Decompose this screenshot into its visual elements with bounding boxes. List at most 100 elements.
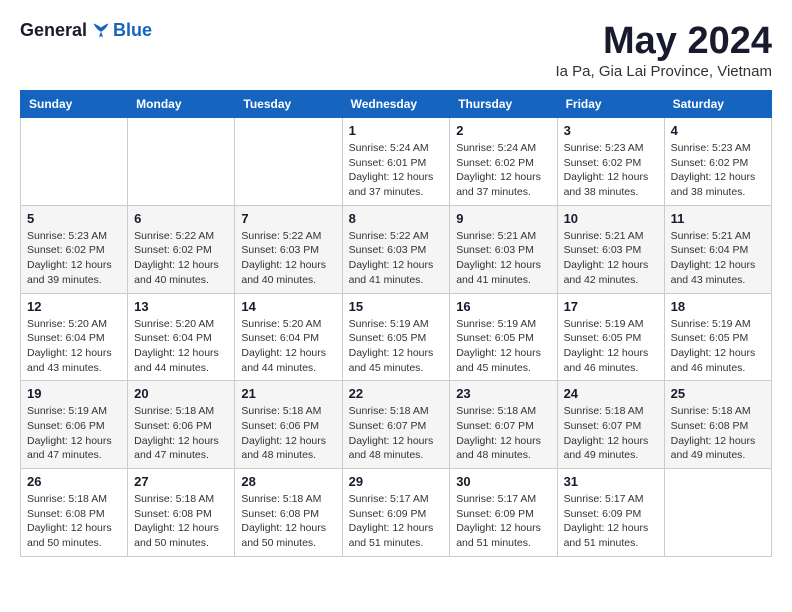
- day-number: 26: [27, 474, 121, 489]
- calendar-cell: 17Sunrise: 5:19 AMSunset: 6:05 PMDayligh…: [557, 293, 664, 381]
- calendar-cell: 27 Sunrise: 5:18 AMSunset: 6:08 PMDayligh…: [128, 469, 235, 557]
- week-row-3: 19Sunrise: 5:19 AMSunset: 6:06 PMDayligh…: [21, 381, 772, 469]
- calendar-cell: [235, 118, 342, 206]
- week-row-2: 12 Sunrise: 5:20 AMSunset: 6:04 PMDayligh…: [21, 293, 772, 381]
- day-number: 2: [456, 123, 550, 138]
- calendar-cell: 10 Sunrise: 5:21 AMSunset: 6:03 PMDayligh…: [557, 205, 664, 293]
- calendar-cell: 6 Sunrise: 5:22 AMSunset: 6:02 PMDaylight…: [128, 205, 235, 293]
- day-number: 9: [456, 211, 550, 226]
- logo: General Blue: [20, 20, 152, 41]
- day-info: Sunrise: 5:23 AMSunset: 6:02 PMDaylight:…: [564, 141, 658, 200]
- day-number: 25: [671, 386, 765, 401]
- calendar-cell: 21 Sunrise: 5:18 AMSunset: 6:06 PMDayligh…: [235, 381, 342, 469]
- header-monday: Monday: [128, 91, 235, 118]
- week-row-1: 5 Sunrise: 5:23 AMSunset: 6:02 PMDaylight…: [21, 205, 772, 293]
- day-info: Sunrise: 5:20 AMSunset: 6:04 PMDaylight:…: [241, 317, 335, 376]
- title-section: May 2024 Ia Pa, Gia Lai Province, Vietna…: [555, 20, 772, 80]
- calendar-cell: 8Sunrise: 5:22 AMSunset: 6:03 PMDaylight…: [342, 205, 450, 293]
- day-info: Sunrise: 5:19 AMSunset: 6:05 PMDaylight:…: [349, 317, 444, 376]
- calendar-cell: 31 Sunrise: 5:17 AMSunset: 6:09 PMDayligh…: [557, 469, 664, 557]
- day-number: 21: [241, 386, 335, 401]
- calendar-cell: 3Sunrise: 5:23 AMSunset: 6:02 PMDaylight…: [557, 118, 664, 206]
- day-number: 31: [564, 474, 658, 489]
- week-row-4: 26 Sunrise: 5:18 AMSunset: 6:08 PMDayligh…: [21, 469, 772, 557]
- calendar-title: May 2024: [555, 20, 772, 63]
- day-number: 20: [134, 386, 228, 401]
- calendar-cell: 2 Sunrise: 5:24 AMSunset: 6:02 PMDaylight…: [450, 118, 557, 206]
- day-number: 6: [134, 211, 228, 226]
- header-saturday: Saturday: [664, 91, 771, 118]
- day-number: 15: [349, 299, 444, 314]
- day-info: Sunrise: 5:18 AMSunset: 6:08 PMDaylight:…: [27, 492, 121, 551]
- calendar-cell: 5 Sunrise: 5:23 AMSunset: 6:02 PMDaylight…: [21, 205, 128, 293]
- day-number: 22: [349, 386, 444, 401]
- day-info: Sunrise: 5:24 AMSunset: 6:01 PMDaylight:…: [349, 141, 444, 200]
- calendar-cell: 14Sunrise: 5:20 AMSunset: 6:04 PMDayligh…: [235, 293, 342, 381]
- day-info: Sunrise: 5:17 AMSunset: 6:09 PMDaylight:…: [349, 492, 444, 551]
- day-info: Sunrise: 5:18 AMSunset: 6:08 PMDaylight:…: [241, 492, 335, 551]
- day-info: Sunrise: 5:18 AMSunset: 6:06 PMDaylight:…: [241, 404, 335, 463]
- calendar-cell: [21, 118, 128, 206]
- calendar-cell: 23Sunrise: 5:18 AMSunset: 6:07 PMDayligh…: [450, 381, 557, 469]
- calendar-cell: 20Sunrise: 5:18 AMSunset: 6:06 PMDayligh…: [128, 381, 235, 469]
- header-tuesday: Tuesday: [235, 91, 342, 118]
- day-info: Sunrise: 5:23 AMSunset: 6:02 PMDaylight:…: [671, 141, 765, 200]
- calendar-cell: 22 Sunrise: 5:18 AMSunset: 6:07 PMDayligh…: [342, 381, 450, 469]
- logo-general-text: General: [20, 20, 87, 41]
- calendar-cell: 18 Sunrise: 5:19 AMSunset: 6:05 PMDayligh…: [664, 293, 771, 381]
- day-number: 13: [134, 299, 228, 314]
- calendar-cell: 28Sunrise: 5:18 AMSunset: 6:08 PMDayligh…: [235, 469, 342, 557]
- day-number: 10: [564, 211, 658, 226]
- day-info: Sunrise: 5:19 AMSunset: 6:05 PMDaylight:…: [564, 317, 658, 376]
- calendar-cell: 9 Sunrise: 5:21 AMSunset: 6:03 PMDaylight…: [450, 205, 557, 293]
- calendar-cell: 4 Sunrise: 5:23 AMSunset: 6:02 PMDaylight…: [664, 118, 771, 206]
- calendar-cell: 26 Sunrise: 5:18 AMSunset: 6:08 PMDayligh…: [21, 469, 128, 557]
- day-info: Sunrise: 5:19 AMSunset: 6:06 PMDaylight:…: [27, 404, 121, 463]
- header-sunday: Sunday: [21, 91, 128, 118]
- calendar-cell: 29 Sunrise: 5:17 AMSunset: 6:09 PMDayligh…: [342, 469, 450, 557]
- day-info: Sunrise: 5:23 AMSunset: 6:02 PMDaylight:…: [27, 229, 121, 288]
- day-number: 16: [456, 299, 550, 314]
- day-info: Sunrise: 5:18 AMSunset: 6:07 PMDaylight:…: [349, 404, 444, 463]
- day-info: Sunrise: 5:18 AMSunset: 6:08 PMDaylight:…: [134, 492, 228, 551]
- day-info: Sunrise: 5:17 AMSunset: 6:09 PMDaylight:…: [456, 492, 550, 551]
- calendar-cell: 24 Sunrise: 5:18 AMSunset: 6:07 PMDayligh…: [557, 381, 664, 469]
- header-row: SundayMondayTuesdayWednesdayThursdayFrid…: [21, 91, 772, 118]
- day-info: Sunrise: 5:22 AMSunset: 6:03 PMDaylight:…: [241, 229, 335, 288]
- day-number: 1: [349, 123, 444, 138]
- day-info: Sunrise: 5:22 AMSunset: 6:02 PMDaylight:…: [134, 229, 228, 288]
- day-info: Sunrise: 5:24 AMSunset: 6:02 PMDaylight:…: [456, 141, 550, 200]
- header-friday: Friday: [557, 91, 664, 118]
- header-thursday: Thursday: [450, 91, 557, 118]
- day-info: Sunrise: 5:20 AMSunset: 6:04 PMDaylight:…: [134, 317, 228, 376]
- day-number: 4: [671, 123, 765, 138]
- calendar-cell: 15 Sunrise: 5:19 AMSunset: 6:05 PMDayligh…: [342, 293, 450, 381]
- week-row-0: 1 Sunrise: 5:24 AMSunset: 6:01 PMDaylight…: [21, 118, 772, 206]
- day-info: Sunrise: 5:17 AMSunset: 6:09 PMDaylight:…: [564, 492, 658, 551]
- day-number: 30: [456, 474, 550, 489]
- calendar-cell: [128, 118, 235, 206]
- calendar-cell: 12Sunrise: 5:20 AMSunset: 6:04 PMDayligh…: [21, 293, 128, 381]
- day-info: Sunrise: 5:21 AMSunset: 6:04 PMDaylight:…: [671, 229, 765, 288]
- day-number: 11: [671, 211, 765, 226]
- page-header: General Blue May 2024 Ia Pa, Gia Lai Pro…: [20, 20, 772, 80]
- day-number: 7: [241, 211, 335, 226]
- calendar-table: SundayMondayTuesdayWednesdayThursdayFrid…: [20, 90, 772, 557]
- day-info: Sunrise: 5:19 AMSunset: 6:05 PMDaylight:…: [456, 317, 550, 376]
- day-number: 27: [134, 474, 228, 489]
- day-info: Sunrise: 5:19 AMSunset: 6:05 PMDaylight:…: [671, 317, 765, 376]
- day-number: 5: [27, 211, 121, 226]
- calendar-cell: 1 Sunrise: 5:24 AMSunset: 6:01 PMDaylight…: [342, 118, 450, 206]
- day-info: Sunrise: 5:22 AMSunset: 6:03 PMDaylight:…: [349, 229, 444, 288]
- calendar-cell: [664, 469, 771, 557]
- day-number: 12: [27, 299, 121, 314]
- day-number: 24: [564, 386, 658, 401]
- calendar-cell: 7 Sunrise: 5:22 AMSunset: 6:03 PMDaylight…: [235, 205, 342, 293]
- day-number: 18: [671, 299, 765, 314]
- day-number: 29: [349, 474, 444, 489]
- day-info: Sunrise: 5:18 AMSunset: 6:08 PMDaylight:…: [671, 404, 765, 463]
- day-info: Sunrise: 5:18 AMSunset: 6:07 PMDaylight:…: [456, 404, 550, 463]
- day-info: Sunrise: 5:21 AMSunset: 6:03 PMDaylight:…: [564, 229, 658, 288]
- day-info: Sunrise: 5:21 AMSunset: 6:03 PMDaylight:…: [456, 229, 550, 288]
- day-info: Sunrise: 5:18 AMSunset: 6:07 PMDaylight:…: [564, 404, 658, 463]
